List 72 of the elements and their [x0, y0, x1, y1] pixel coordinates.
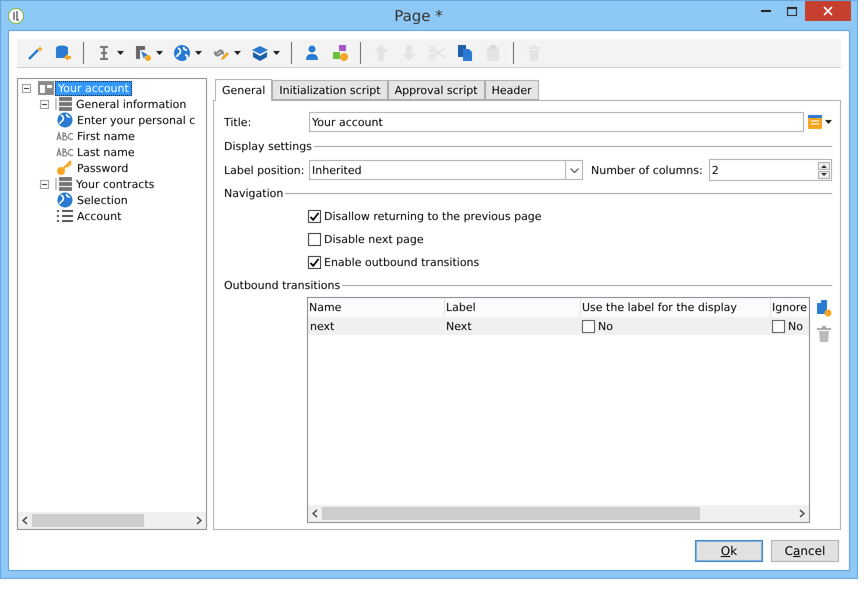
clipboard-icon — [484, 44, 502, 62]
tab[interactable]: Initialization script — [272, 80, 388, 100]
column-header[interactable]: Name — [308, 298, 444, 317]
scroll-left-icon[interactable] — [22, 516, 28, 525]
tree-item[interactable]: General information — [73, 96, 190, 112]
field-label: Number of columns: — [591, 164, 703, 176]
collapse-toggle[interactable] — [22, 84, 31, 92]
checkbox[interactable] — [308, 210, 321, 223]
globe-icon — [173, 44, 191, 62]
checkbox[interactable] — [308, 233, 321, 246]
scroll-right-icon[interactable] — [196, 516, 202, 525]
tree-item[interactable]: Selection — [74, 192, 131, 208]
checkbox[interactable] — [308, 256, 321, 269]
collapse-toggle[interactable] — [40, 100, 49, 108]
label-position-dropdown[interactable]: Inherited — [309, 160, 583, 180]
globe-icon — [56, 112, 74, 128]
checkbox-label: Disallow returning to the previous page — [324, 210, 542, 223]
table-cell: No — [788, 320, 803, 332]
checkbox[interactable] — [582, 320, 595, 332]
title-field[interactable]: Your account — [309, 112, 804, 132]
table-cell: No — [598, 320, 613, 332]
checkbox[interactable] — [772, 320, 785, 332]
field-label: Title: — [224, 116, 252, 128]
collapse-toggle[interactable] — [40, 180, 49, 188]
tree-item[interactable]: First name — [74, 128, 138, 144]
stacked-list-icon — [55, 176, 73, 192]
table-cell-text: Next — [445, 318, 473, 334]
database-icon — [54, 44, 72, 62]
spin-down-icon[interactable] — [818, 170, 830, 178]
scroll-right-icon[interactable] — [799, 509, 805, 518]
maximize-icon[interactable] — [787, 6, 797, 16]
scrollbar[interactable] — [308, 505, 809, 522]
window-title: Page * — [393, 6, 444, 24]
list-icon — [56, 208, 74, 224]
tab[interactable]: General — [215, 79, 272, 101]
tab[interactable]: Header — [484, 80, 539, 100]
chevron-down-icon — [570, 168, 578, 172]
table-cell-text: next — [309, 318, 336, 334]
section-heading: Navigation — [224, 187, 284, 200]
page-layout-icon — [37, 80, 55, 96]
tree-item[interactable]: Your contracts — [73, 176, 158, 192]
pointer-gear-icon — [134, 44, 152, 62]
tree-item[interactable]: Password — [74, 160, 132, 176]
scrollbar[interactable] — [18, 512, 206, 529]
tab[interactable]: Approval script — [388, 80, 485, 100]
scroll-left-icon[interactable] — [312, 509, 318, 518]
section-heading: Display settings — [224, 140, 312, 153]
tree-item[interactable]: Account — [74, 208, 124, 224]
tree-item[interactable]: Enter your personal c — [74, 112, 198, 128]
dialog-button[interactable]: Cancel — [771, 540, 839, 562]
key-icon — [56, 160, 74, 176]
table-row[interactable]: next Next No No — [308, 317, 809, 335]
globe-icon — [56, 192, 74, 208]
wand-icon — [26, 44, 44, 62]
shapes-add-icon — [331, 44, 349, 62]
stacked-list-icon — [55, 96, 73, 112]
checkbox-label: Disable next page — [324, 233, 424, 246]
person-icon — [303, 44, 321, 62]
field-label: Label position: — [224, 164, 306, 176]
form-icon[interactable] — [808, 115, 822, 129]
spin-up-icon[interactable] — [818, 162, 830, 170]
checkbox-label: Enable outbound transitions — [324, 256, 480, 269]
tree-item[interactable]: Last name — [74, 144, 138, 160]
section-heading: Outbound transitions — [224, 279, 340, 292]
box-icon — [251, 44, 269, 62]
dialog-button[interactable]: Ok — [695, 540, 763, 562]
copy-icon — [456, 44, 474, 62]
close-icon[interactable] — [823, 6, 833, 16]
app-logo-icon — [8, 8, 24, 24]
columns-spinner[interactable]: 2 — [708, 159, 832, 181]
add-item-icon[interactable] — [816, 299, 832, 317]
caret-icon — [825, 120, 832, 124]
